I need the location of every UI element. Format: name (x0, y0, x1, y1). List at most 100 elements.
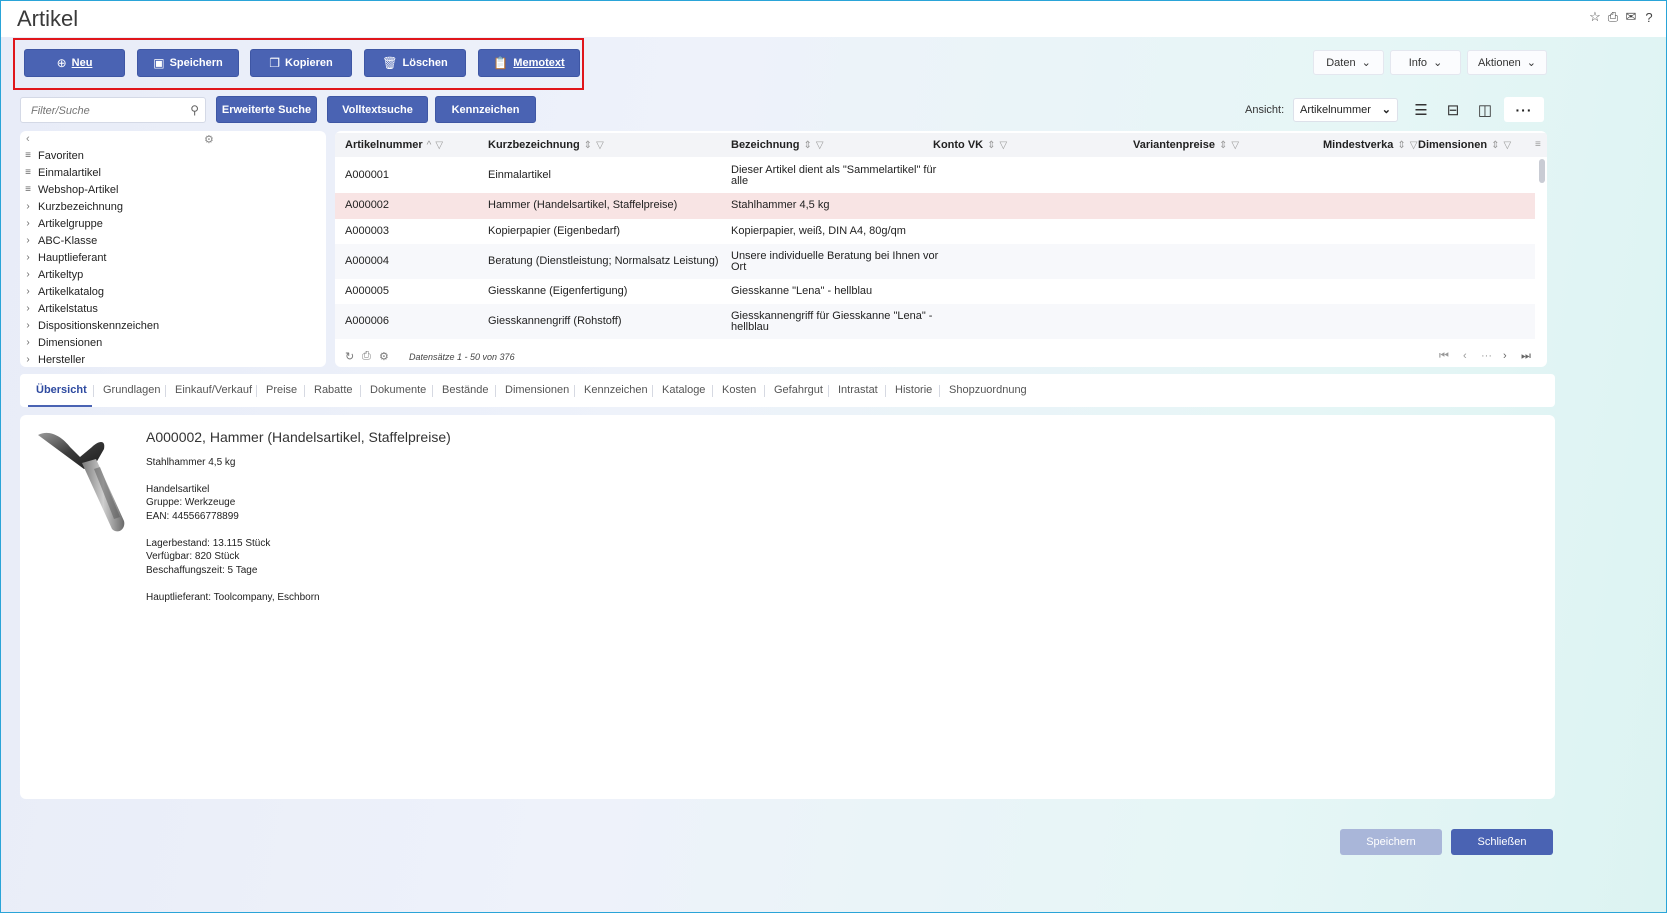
detail-stock: Lagerbestand: 13.115 Stück (146, 538, 271, 549)
delete-button[interactable]: 🗑 Löschen (364, 49, 466, 77)
cell-artikelnummer: A000004 (345, 255, 390, 267)
tab-einkauf-verkauf[interactable]: Einkauf/Verkauf (175, 384, 252, 396)
search-box[interactable]: ⚲ (20, 97, 206, 123)
column-header-dimensionen[interactable]: Dimensionen ⇕ ▽ (1418, 139, 1511, 151)
tree-item-label: Artikelgruppe (38, 217, 103, 230)
cell-kurzbezeichnung: Einmalartikel (488, 169, 551, 181)
tree-item[interactable]: › Artikelstatus (23, 300, 98, 317)
tab-preise[interactable]: Preise (266, 384, 297, 396)
tree-item[interactable]: › Artikeltyp (23, 266, 83, 283)
list-view-icon[interactable]: ☰ (1407, 98, 1435, 122)
chevron-left-icon[interactable]: ‹ (26, 133, 30, 145)
tree-item[interactable]: › Dispositionskennzeichen (23, 317, 159, 334)
tab-separator (93, 385, 94, 397)
search-input[interactable] (31, 100, 181, 122)
save-button[interactable]: ▣ Speichern (137, 49, 239, 77)
memo-button[interactable]: 📋 Memotext (478, 49, 580, 77)
tree-item[interactable]: ≡ Favoriten (23, 147, 84, 164)
tree-item[interactable]: › Hauptlieferant (23, 249, 106, 266)
tab-shopzuordnung[interactable]: Shopzuordnung (949, 384, 1027, 396)
more-options-button[interactable]: ··· (1504, 97, 1544, 122)
chevron-right-icon: › (26, 303, 30, 314)
copy-button[interactable]: ❐ Kopieren (250, 49, 352, 77)
print-icon[interactable]: ⎙ (362, 350, 371, 363)
actions-menu[interactable]: Aktionen ⌄ (1467, 50, 1547, 75)
settings-icon[interactable]: ⚙ (379, 350, 389, 363)
detail-ean: EAN: 445566778899 (146, 511, 239, 522)
column-header-bezeichnung[interactable]: Bezeichnung ⇕ ▽ (731, 139, 824, 151)
table-row[interactable]: A000003 Kopierpapier (Eigenbedarf) Kopierp… (335, 219, 1535, 244)
filter-settings-icon[interactable]: ⚙ (204, 133, 214, 146)
tab-historie[interactable]: Historie (895, 384, 932, 396)
split-vertical-icon[interactable]: ◫ (1471, 98, 1499, 122)
tab-dimensionen[interactable]: Dimensionen (505, 384, 569, 396)
tree-item[interactable]: › Artikelkatalog (23, 283, 104, 300)
tab-separator (165, 385, 166, 397)
info-menu[interactable]: Info ⌄ (1390, 50, 1461, 75)
tab-bestände[interactable]: Bestände (442, 384, 488, 396)
tree-item[interactable]: › ABC-Klasse (23, 232, 97, 249)
tab-rabatte[interactable]: Rabatte (314, 384, 353, 396)
close-button[interactable]: Schließen (1451, 829, 1553, 855)
tree-item[interactable]: › Kurzbezeichnung (23, 198, 123, 215)
fulltext-search-button[interactable]: Volltextsuche (327, 96, 428, 123)
footer-save-button[interactable]: Speichern (1340, 829, 1442, 855)
chevron-right-icon: › (26, 337, 30, 348)
refresh-icon[interactable]: ↻ (345, 350, 354, 363)
flags-button[interactable]: Kennzeichen (435, 96, 536, 123)
tree-item[interactable]: › Dimensionen (23, 334, 102, 351)
search-icon[interactable]: ⚲ (190, 103, 199, 117)
delete-button-label: Löschen (402, 57, 448, 69)
first-page-icon[interactable]: ⏮ (1439, 350, 1449, 363)
detail-description: Stahlhammer 4,5 kg (146, 457, 236, 468)
star-icon[interactable]: ☆ (1588, 9, 1602, 24)
help-icon[interactable]: ? (1642, 10, 1656, 25)
split-horizontal-icon[interactable]: ⊟ (1439, 98, 1467, 122)
chevron-down-icon: ⌄ (1526, 57, 1537, 69)
grid-scrollbar[interactable] (1539, 159, 1545, 183)
tab-kataloge[interactable]: Kataloge (662, 384, 705, 396)
view-select-value: Artikelnummer (1300, 104, 1371, 116)
tree-item[interactable]: › Artikelgruppe (23, 215, 103, 232)
table-row[interactable]: A000005 Giesskanne (Eigenfertigung) Giessk… (335, 279, 1535, 304)
prev-page-icon[interactable]: ‹ (1463, 350, 1467, 362)
page-title: Artikel (17, 6, 79, 31)
filter-icon: ▽ (1503, 139, 1512, 151)
column-header-konto-vk[interactable]: Konto VK ⇕ ▽ (933, 139, 1007, 151)
cell-artikelnummer: A000005 (345, 285, 390, 297)
tab-kennzeichen[interactable]: Kennzeichen (584, 384, 648, 396)
column-menu-icon[interactable]: ≡ (1535, 139, 1541, 150)
tree-item[interactable]: ≡ Webshop-Artikel (23, 181, 118, 198)
new-button[interactable]: ⊕ Neu (24, 49, 125, 77)
data-menu[interactable]: Daten ⌄ (1313, 50, 1384, 75)
mail-icon[interactable]: ✉ (1624, 9, 1638, 24)
chevron-down-icon: ⌄ (1361, 57, 1371, 69)
tab-gefahrgut[interactable]: Gefahrgut (774, 384, 823, 396)
view-select[interactable]: Artikelnummer ⌄ (1293, 98, 1398, 122)
tree-panel: ‹ ⚙ ≡ Favoriten ≡ Einmalartikel ≡ Webshop-Art… (20, 131, 326, 367)
table-row[interactable]: A000002 Hammer (Handelsartikel, Staffelpr… (335, 193, 1535, 219)
table-row[interactable]: A000004 Beratung (Dienstleistung; Normals… (335, 244, 1535, 279)
tab-separator (712, 385, 713, 397)
tree-item[interactable]: ≡ Einmalartikel (23, 164, 101, 181)
table-row[interactable]: A000006 Giesskannengriff (Rohstoff) Giessk… (335, 304, 1535, 339)
column-header-artikelnummer[interactable]: Artikelnummer ^ ▽ (345, 139, 443, 151)
tab-intrastat[interactable]: Intrastat (838, 384, 878, 396)
print-icon[interactable]: ⎙ (1606, 9, 1620, 24)
tree-item-label: Favoriten (38, 149, 84, 162)
advanced-search-button[interactable]: Erweiterte Suche (216, 96, 317, 123)
tree-item[interactable]: › Hersteller (23, 351, 85, 367)
column-header-mindestverkauf[interactable]: Mindestverka ⇕ ▽ (1323, 139, 1417, 151)
tree-item-label: Dispositionskennzeichen (38, 319, 160, 332)
more-pages-icon[interactable]: ··· (1481, 350, 1492, 362)
table-row[interactable]: A000001 Einmalartikel Dieser Artikel dient… (335, 159, 1535, 193)
tab-übersicht[interactable]: Übersicht (36, 384, 87, 396)
tab-kosten[interactable]: Kosten (722, 384, 756, 396)
column-header-variantenpreise[interactable]: Variantenpreise ⇕ ▽ (1133, 139, 1239, 151)
column-header-kurzbezeichnung[interactable]: Kurzbezeichnung ⇕ ▽ (488, 139, 604, 151)
filter-icon: ▽ (1409, 139, 1418, 151)
next-page-icon[interactable]: › (1503, 350, 1507, 362)
tab-dokumente[interactable]: Dokumente (370, 384, 426, 396)
last-page-icon[interactable]: ⏭ (1521, 350, 1531, 363)
tab-grundlagen[interactable]: Grundlagen (103, 384, 161, 396)
